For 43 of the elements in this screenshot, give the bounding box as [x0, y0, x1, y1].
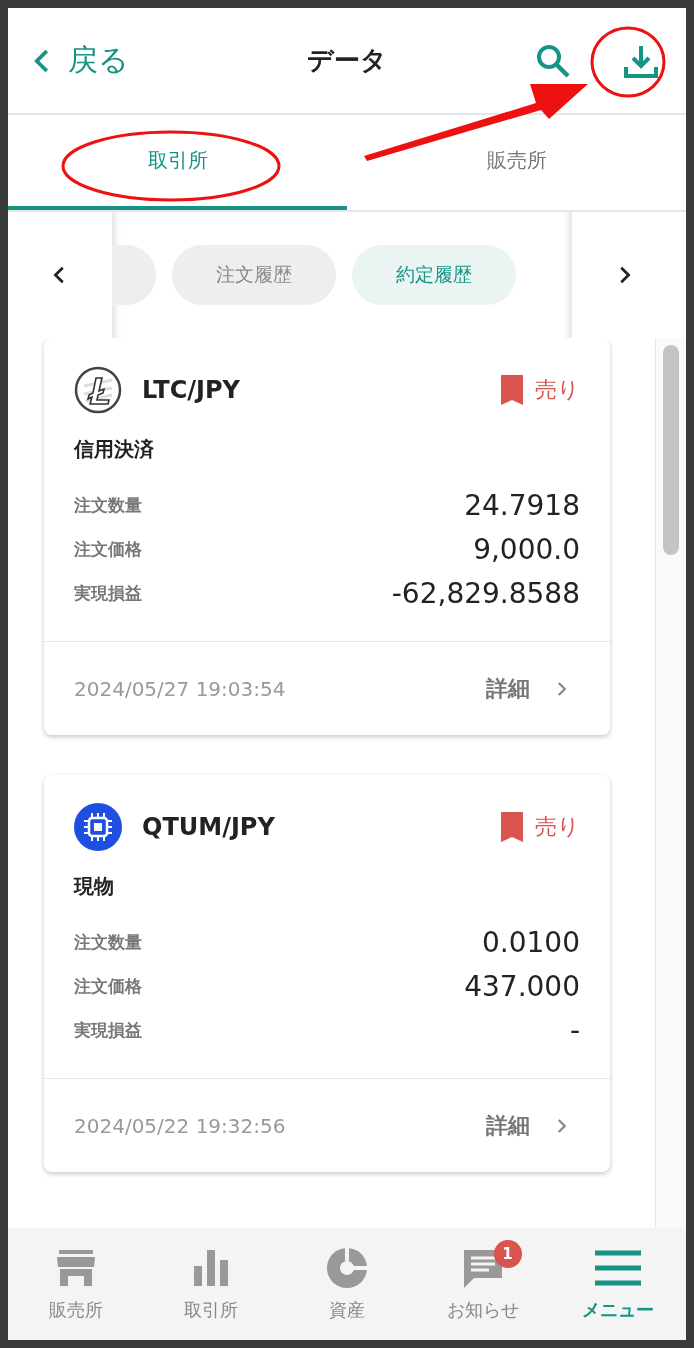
- field-label: 注文価格: [74, 537, 142, 561]
- trade-side: 売り: [535, 376, 580, 404]
- nav-item[interactable]: 1 お知らせ: [414, 1228, 551, 1340]
- nav-item[interactable]: 資産: [279, 1228, 415, 1340]
- filter-chip[interactable]: 約定履歴: [352, 245, 516, 305]
- shop-icon: [55, 1250, 96, 1286]
- tab[interactable]: 取引所: [8, 115, 347, 210]
- field-label: 実現損益: [74, 581, 142, 605]
- field-label: 注文数量: [74, 930, 142, 954]
- trade-datetime: 2024/05/22 19:32:56: [74, 1113, 286, 1138]
- field-value: 24.7918: [464, 488, 580, 522]
- trade-type: 信用決済: [74, 436, 155, 463]
- coin-logo-icon: [74, 803, 122, 851]
- field-label: 注文数量: [74, 493, 142, 517]
- trade-datetime: 2024/05/27 19:03:54: [74, 676, 286, 701]
- coin-logo-icon: [74, 366, 122, 414]
- back-button[interactable]: 戻る: [28, 40, 129, 81]
- scrollbar-thumb[interactable]: [663, 345, 679, 555]
- nav-item[interactable]: 取引所: [143, 1228, 280, 1340]
- filter-chip[interactable]: 注文履歴: [172, 245, 336, 305]
- field-value: -62,829.8588: [391, 576, 580, 610]
- menu-icon: [595, 1250, 642, 1286]
- field-value: 0.0100: [482, 925, 580, 959]
- detail-link[interactable]: 詳細: [486, 673, 570, 704]
- bar-chart-icon: [194, 1250, 229, 1286]
- currency-pair: QTUM/JPY: [142, 813, 275, 841]
- field-label: 注文価格: [74, 974, 142, 998]
- nav-item[interactable]: メニュー: [550, 1228, 686, 1340]
- nav-item[interactable]: 販売所: [8, 1228, 144, 1340]
- page-title: データ: [307, 44, 387, 77]
- currency-pair: LTC/JPY: [142, 376, 240, 404]
- notification-badge: 1: [493, 1240, 522, 1268]
- partial-filter-chip[interactable]: [112, 245, 156, 305]
- field-value: 9,000.0: [473, 532, 580, 566]
- trade-type: 現物: [74, 873, 115, 900]
- tab[interactable]: 販売所: [347, 115, 686, 210]
- field-label: 実現損益: [74, 1018, 142, 1042]
- detail-link[interactable]: 詳細: [486, 1110, 570, 1141]
- pie-chart-icon: [326, 1247, 368, 1289]
- chat-icon: [461, 1248, 504, 1288]
- field-value: 437.000: [464, 969, 580, 1003]
- field-value: -: [569, 1013, 580, 1047]
- trade-side: 売り: [535, 813, 580, 841]
